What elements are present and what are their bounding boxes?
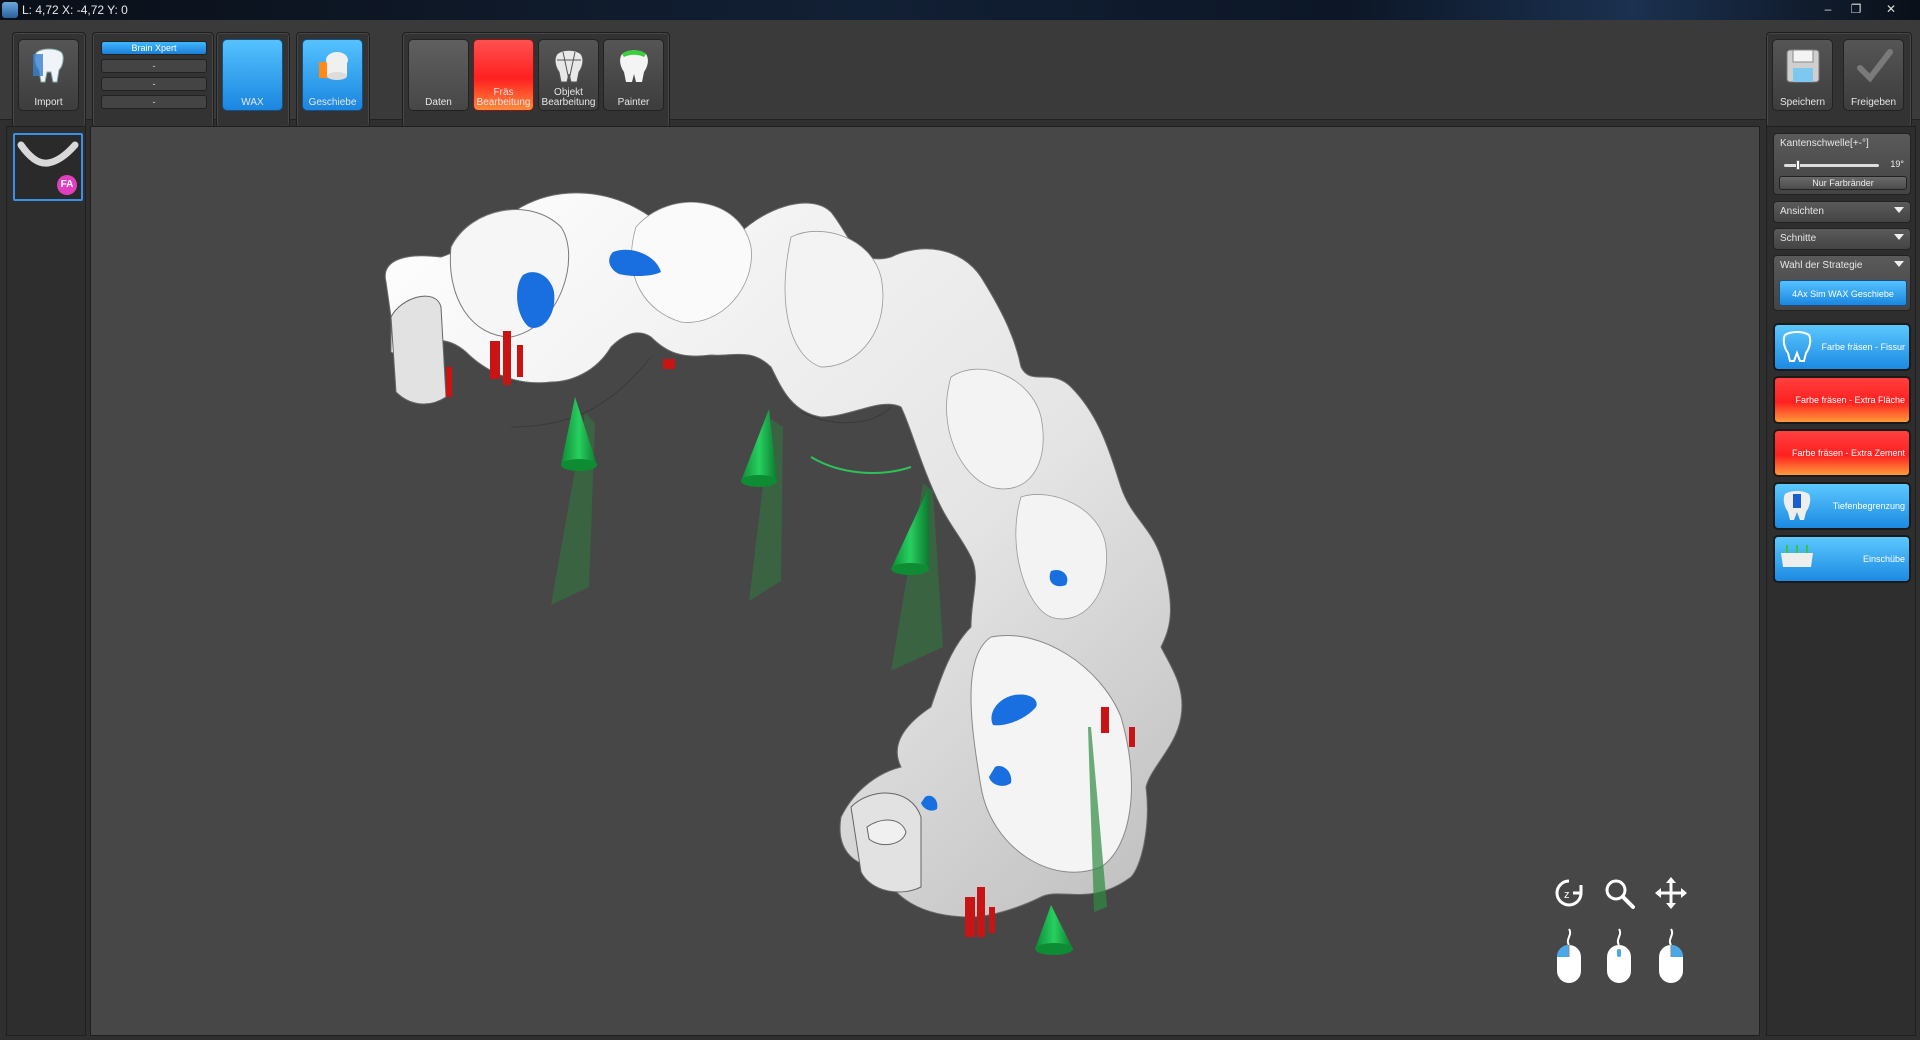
farbe-fraesen-fissur-button[interactable]: Farbe fräsen - Fissur — [1773, 323, 1911, 371]
freigeben-button[interactable]: Freigeben — [1843, 39, 1904, 111]
depth-limit-icon — [1783, 491, 1811, 520]
tiefenbegrenzung-button[interactable]: Tiefenbegrenzung — [1773, 482, 1911, 530]
maximize-button[interactable]: ❐ — [1843, 1, 1869, 17]
main-toolbar: Import Brain Xpert - - - WAX Geschiebe D… — [0, 20, 1920, 128]
pan-icon[interactable] — [1653, 875, 1689, 911]
save-group: Speichern Freigeben — [1766, 32, 1912, 128]
minimize-button[interactable]: – — [1815, 1, 1841, 17]
3d-viewport[interactable]: z — [90, 126, 1760, 1036]
mouse-middle-icon — [1607, 928, 1631, 983]
extra-flaeche-label: Farbe fräsen - Extra Fläche — [1795, 395, 1905, 405]
kantenschwelle-section: Kantenschwelle[+-°] 19° Nur Farbränder — [1773, 133, 1911, 195]
speichern-button[interactable]: Speichern — [1772, 39, 1833, 111]
strategy-button[interactable]: 4Ax Sim WAX Geschiebe — [1779, 280, 1907, 306]
ansichten-label: Ansichten — [1780, 206, 1824, 217]
brainxpert-slot-1[interactable]: - — [101, 59, 207, 73]
chevron-down-icon[interactable] — [1894, 261, 1904, 267]
wax-group: WAX — [216, 32, 290, 128]
einschuebe-label: Einschübe — [1862, 554, 1905, 564]
brainxpert-group: Brain Xpert - - - — [92, 32, 214, 128]
app-icon — [2, 2, 18, 18]
insertion-shadow-3 — [891, 483, 943, 671]
painter-tooth-icon — [620, 50, 648, 82]
dental-bridge-model[interactable] — [91, 127, 1760, 1036]
strategie-section: Wahl der Strategie 4Ax Sim WAX Geschiebe — [1773, 255, 1911, 311]
daten-button[interactable]: Daten — [408, 39, 469, 111]
insertion-cone-3-base — [891, 563, 929, 575]
wax-button[interactable]: WAX — [222, 39, 283, 111]
objekt-bearbeitung-label: Objekt Bearbeitung — [541, 87, 596, 108]
object-thumbnail[interactable]: FA — [13, 133, 83, 201]
mouse-right-icon — [1659, 928, 1683, 983]
insertion-cone-4-base — [1035, 943, 1073, 955]
schnitte-label: Schnitte — [1780, 233, 1817, 244]
abutment-right-inner — [866, 819, 907, 846]
svg-text:z: z — [1564, 889, 1570, 901]
ansichten-dropdown[interactable]: Ansichten — [1773, 201, 1911, 223]
tooth-import-icon — [33, 48, 64, 83]
margin-line-green — [810, 456, 912, 474]
fraes-bearbeitung-button[interactable]: Fräs Bearbeitung — [473, 39, 534, 111]
tooth-fissure-icon — [1782, 331, 1812, 362]
farbe-fraesen-extra-zement-button[interactable]: Farbe fräsen - Extra Zement — [1773, 429, 1911, 477]
insertion-cone-4 — [1035, 905, 1073, 949]
rotate-icon[interactable]: z — [1551, 875, 1587, 911]
wax-label: WAX — [241, 97, 264, 108]
import-label: Import — [34, 97, 63, 108]
fissur-label: Farbe fräsen - Fissur — [1821, 342, 1905, 352]
title-bar: L: 4,72 X: -4,72 Y: 0 – ❐ ✕ — [0, 0, 1920, 20]
object-list-panel: FA — [6, 126, 86, 1036]
brainxpert-slot-3[interactable]: - — [101, 95, 207, 109]
chevron-down-icon — [1894, 234, 1904, 240]
workflow-group: Daten Fräs Bearbeitung Objekt Bearbeitun… — [402, 32, 670, 128]
farbe-fraesen-extra-flaeche-button[interactable]: Farbe fräsen - Extra Fläche — [1773, 376, 1911, 424]
geschiebe-group: Geschiebe — [296, 32, 370, 128]
save-disk-icon — [1786, 49, 1820, 83]
title-coordinates: L: 4,72 X: -4,72 Y: 0 — [22, 3, 128, 17]
close-button[interactable]: ✕ — [1878, 1, 1904, 17]
painter-button[interactable]: Painter — [603, 39, 664, 111]
einschuebe-button[interactable]: Einschübe — [1773, 535, 1911, 583]
attachment-icon — [319, 52, 348, 80]
daten-label: Daten — [425, 97, 452, 108]
geschiebe-label: Geschiebe — [308, 97, 357, 108]
mouse-left-icon — [1557, 928, 1581, 983]
freigeben-label: Freigeben — [1850, 97, 1897, 108]
kantenschwelle-value: 19° — [1890, 159, 1904, 169]
kantenschwelle-slider-handle[interactable] — [1796, 160, 1800, 170]
geschiebe-button[interactable]: Geschiebe — [302, 39, 363, 111]
tooth-wireframe-icon — [554, 49, 584, 83]
brainxpert-slot-2[interactable]: - — [101, 77, 207, 91]
checkmark-icon — [1857, 49, 1893, 83]
abutment-left — [390, 295, 447, 405]
painter-label: Painter — [617, 97, 650, 108]
insertion-cone-2-base — [741, 475, 777, 487]
app-window: L: 4,72 X: -4,72 Y: 0 – ❐ ✕ Import Brain… — [0, 0, 1920, 1040]
chevron-down-icon — [1894, 207, 1904, 213]
tiefenbegrenzung-label: Tiefenbegrenzung — [1832, 501, 1905, 511]
fraes-bearbeitung-label: Fräs Bearbeitung — [476, 87, 531, 108]
tool-panel: Kantenschwelle[+-°] 19° Nur Farbränder A… — [1766, 126, 1916, 1036]
strategie-title: Wahl der Strategie — [1780, 260, 1863, 271]
kantenschwelle-title: Kantenschwelle[+-°] — [1780, 138, 1869, 149]
extra-zement-label: Farbe fräsen - Extra Zement — [1791, 448, 1905, 458]
import-button[interactable]: Import — [18, 39, 79, 111]
insertion-cone-1-base — [561, 459, 597, 471]
object-badge: FA — [57, 175, 77, 195]
insertion-teeth-icon — [1781, 545, 1813, 567]
objekt-bearbeitung-button[interactable]: Objekt Bearbeitung — [538, 39, 599, 111]
schnitte-dropdown[interactable]: Schnitte — [1773, 228, 1911, 250]
speichern-label: Speichern — [1779, 97, 1826, 108]
nur-farbraender-button[interactable]: Nur Farbränder — [1779, 176, 1907, 190]
import-group: Import — [12, 32, 86, 128]
brainxpert-button[interactable]: Brain Xpert — [101, 41, 207, 55]
zoom-icon[interactable] — [1601, 875, 1637, 911]
